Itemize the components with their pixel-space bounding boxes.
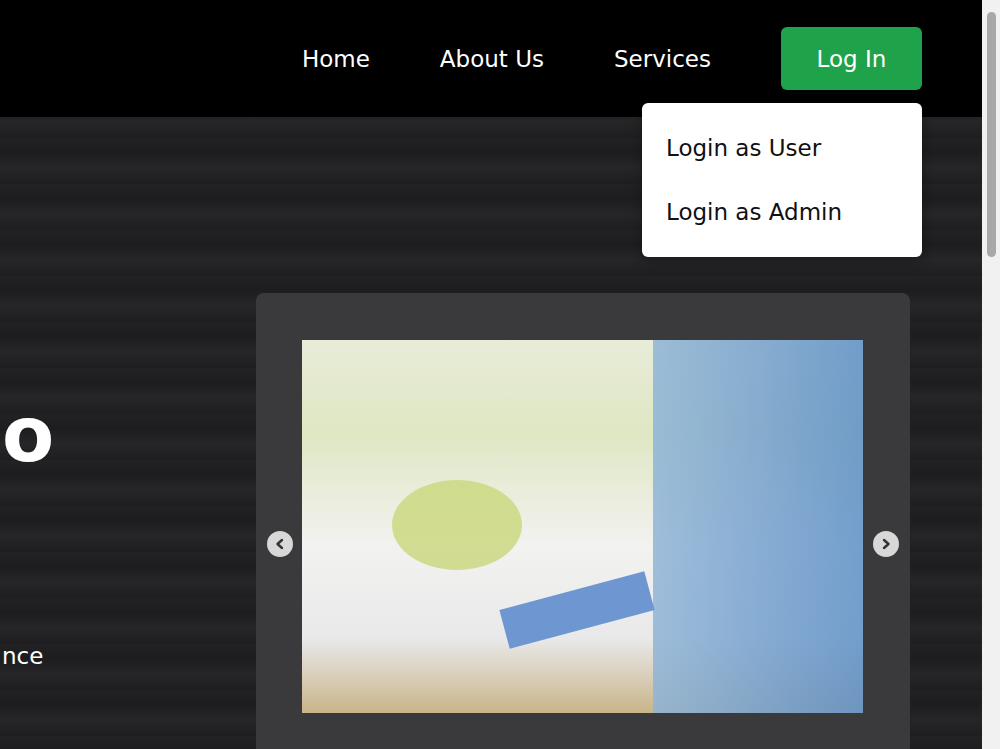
hero-text-column: o nce: [0, 117, 256, 749]
carousel-next-button[interactable]: [873, 531, 899, 557]
carousel-prev-button[interactable]: [267, 531, 293, 557]
carousel: [256, 293, 910, 749]
page: Home About Us Services Log In Login as UserL…: [0, 0, 982, 749]
nav-link[interactable]: About Us: [440, 38, 544, 80]
scrollbar-thumb[interactable]: [987, 12, 996, 257]
scrollbar[interactable]: [982, 0, 1000, 749]
login-button[interactable]: Log In: [781, 27, 922, 90]
dropdown-item[interactable]: Login as Admin: [642, 180, 922, 244]
carousel-photo: [302, 340, 863, 713]
nav-link[interactable]: Home: [302, 38, 370, 80]
hero-heading: o: [0, 397, 256, 473]
carousel-prev-chevron-icon: [274, 538, 286, 550]
hero-subtext: nce: [0, 643, 256, 669]
carousel-next-chevron-icon: [880, 538, 892, 550]
top-navbar: Home About Us Services Log In: [0, 0, 982, 117]
login-dropdown: Login as UserLogin as Admin: [642, 103, 922, 257]
nav-link[interactable]: Services: [614, 38, 711, 80]
dropdown-item[interactable]: Login as User: [642, 116, 922, 180]
